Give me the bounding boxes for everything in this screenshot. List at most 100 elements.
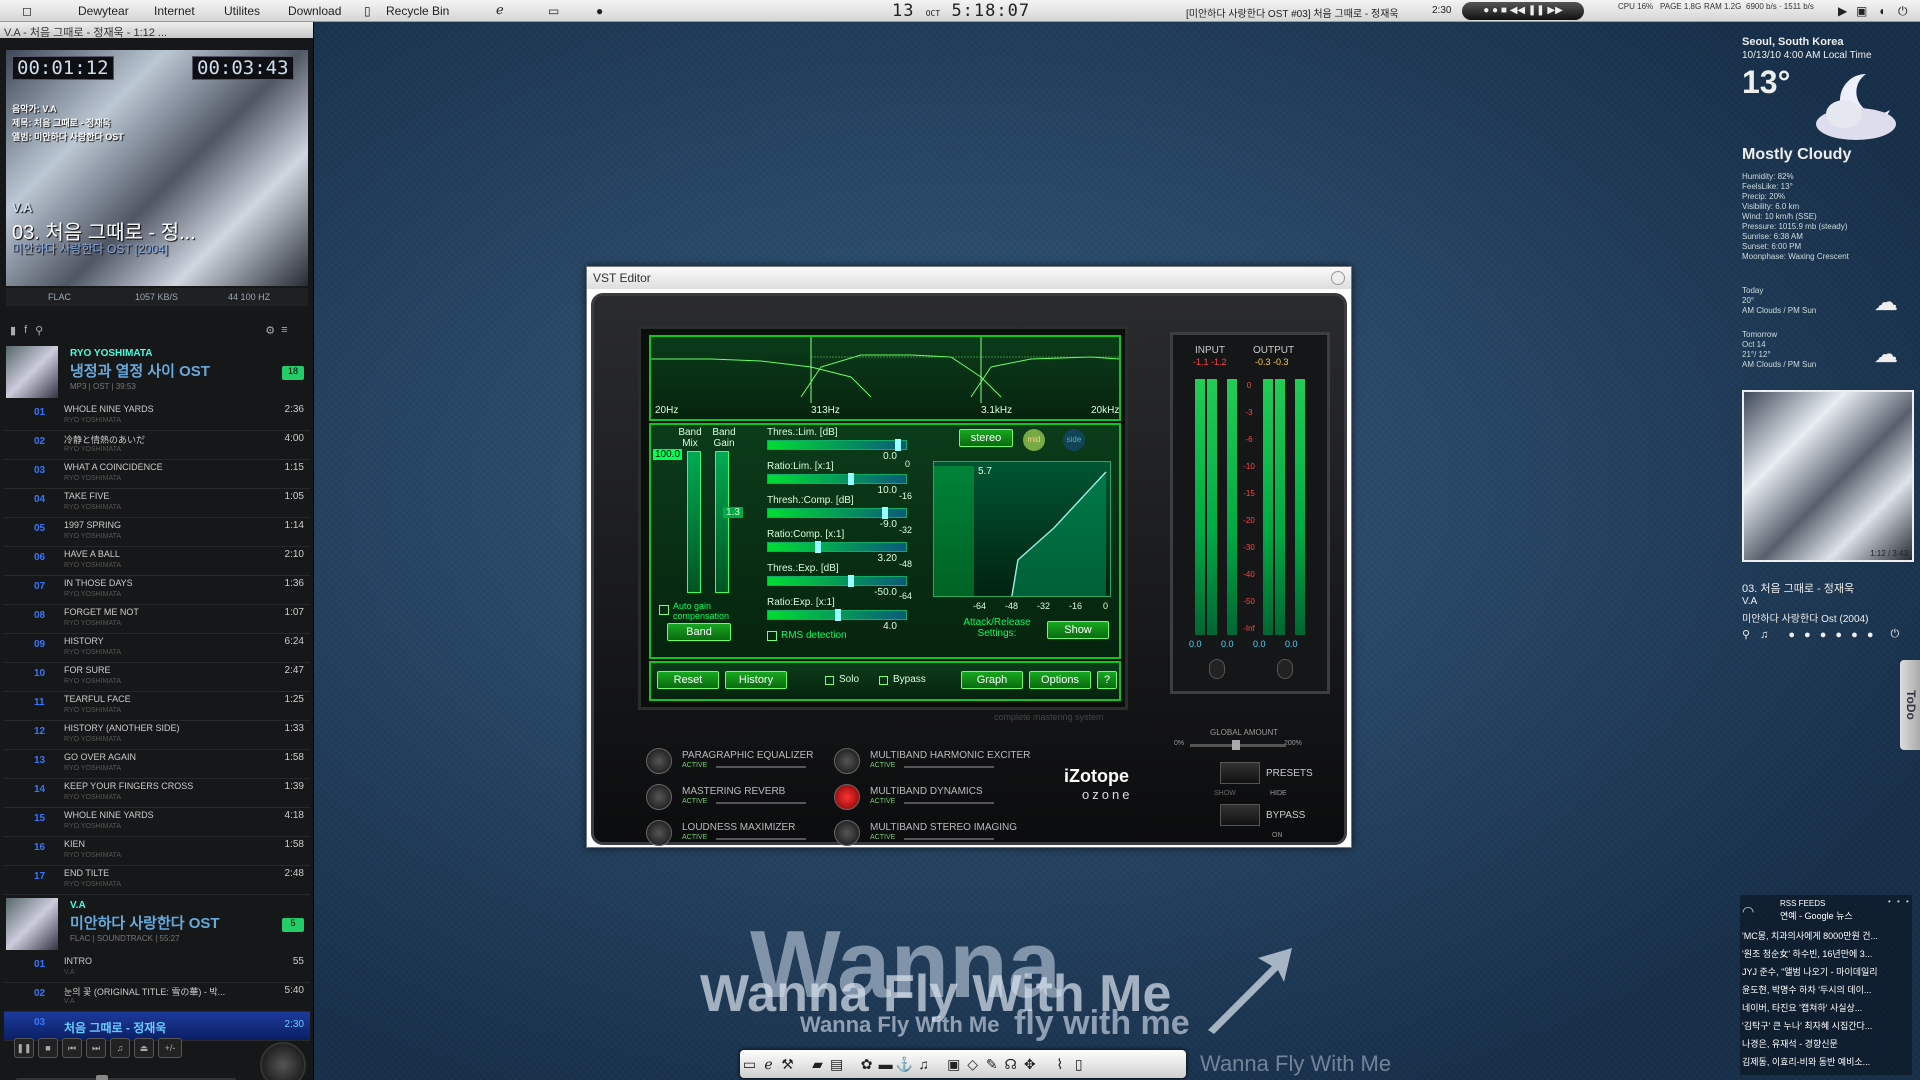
map-icon[interactable]: ◇ [963,1050,982,1078]
param-slider[interactable] [767,507,907,519]
module-toggle-knob[interactable] [834,784,860,810]
folder-icon[interactable]: ▰ [808,1050,827,1078]
search-icon[interactable]: ⚲ [1742,628,1750,641]
dynamics-graph[interactable]: 5.7 [933,461,1111,597]
media-controls[interactable]: ● ● ■ ◀◀ ❚❚ ▶▶ [1462,2,1584,20]
param-value[interactable]: 4.0 [847,621,897,632]
table-row[interactable]: 08 FORGET ME NOT RYO YOSHIMATA 1:07 [4,605,310,634]
table-row[interactable]: 09 HISTORY RYO YOSHIMATA 6:24 [4,634,310,663]
table-row[interactable]: 01 WHOLE NINE YARDS RYO YOSHIMATA 2:36 [4,402,310,431]
param-slider[interactable] [767,541,907,553]
module-toggle-knob[interactable] [834,748,860,774]
module-slider[interactable] [904,838,994,840]
play-icon[interactable]: ▶ [1838,4,1847,18]
module-row[interactable]: LOUDNESS MAXIMIZER ACTIVE [646,820,826,846]
options-button[interactable]: Options [1029,671,1091,689]
band-mix-fader[interactable] [687,451,701,593]
trash-icon[interactable]: ▯ [1069,1050,1088,1078]
band-gain-value[interactable]: 1.3 [723,507,743,518]
band-spectrum[interactable]: 20Hz 313Hz 3.1kHz 20kHz [649,335,1121,421]
table-row[interactable]: 14 KEEP YOUR FINGERS CROSS RYO YOSHIMATA 1:… [4,779,310,808]
history-button[interactable]: History [725,671,787,689]
next-button[interactable]: ⏭ [86,1038,106,1058]
pen-icon[interactable]: ✎ [982,1050,1001,1078]
slider-handle[interactable] [895,439,902,451]
auto-gain-checkbox[interactable] [659,605,669,615]
table-row[interactable]: 02 눈의 꽃 (ORIGINAL TITLE: 雪の華) - 박... V.A 5:… [4,983,310,1012]
game-icon[interactable]: ✥ [1020,1050,1039,1078]
table-row[interactable]: 12 HISTORY (ANOTHER SIDE) RYO YOSHIMATA 1:3… [4,721,310,750]
ie-icon[interactable]: ℯ [496,2,504,18]
param-value[interactable]: 3.20 [847,553,897,564]
monitor-icon[interactable]: ▣ [1856,4,1867,18]
file-icon[interactable]: ▮ [10,324,16,337]
rms-checkbox[interactable] [767,631,777,641]
table-row[interactable]: 01 INTRO V.A 55 [4,954,310,983]
rss-item[interactable]: 나경은, 유재석 - 경향신문 [1742,1037,1910,1055]
param-slider[interactable] [767,609,907,621]
table-row[interactable]: 03 처음 그때로 - 정재욱 2:30 [4,1012,310,1041]
recycle-bin-icon[interactable]: ▯ [364,4,371,18]
rss-item[interactable]: 김제동, 이효리-비와 동반 예비소... [1742,1055,1910,1073]
menu-utilites[interactable]: Utilites [224,4,260,18]
module-row[interactable]: MULTIBAND HARMONIC EXCITER ACTIVE [834,748,1030,774]
rss-item[interactable]: 네이버, 타진요 '캡쳐하' 사실상... [1742,1001,1910,1019]
menu-internet[interactable]: Internet [154,4,195,18]
album-header[interactable]: RYO YOSHIMATA 냉정과 열정 사이 OST MP3 | OST | … [4,344,310,402]
band-button[interactable]: Band [667,623,731,641]
menu-download[interactable]: Download [288,4,341,18]
table-row[interactable]: 06 HAVE A BALL RYO YOSHIMATA 2:10 [4,547,310,576]
solo-checkbox[interactable] [825,676,834,685]
table-row[interactable]: 02 冷静と情熱のあいだ RYO YOSHIMATA 4:00 [4,431,310,460]
rss-item[interactable]: 'MC몽, 치과의사에게 8000만원 건... [1742,929,1910,947]
monitor-icon[interactable]: ⌇ [1050,1050,1069,1078]
rating-dots[interactable]: ● ● ● ● ● ● [1788,629,1876,641]
global-amount-slider[interactable] [1190,740,1286,750]
param-value[interactable]: 10.0 [847,485,897,496]
prev-button[interactable]: ⏮ [62,1038,82,1058]
show-button[interactable]: Show [1047,621,1109,639]
table-row[interactable]: 16 KIEN RYO YOSHIMATA 1:58 [4,837,310,866]
band-gain-fader[interactable] [715,451,729,593]
power-icon[interactable]: ⏻ [1898,4,1908,19]
start-icon[interactable]: ◻ [22,4,32,18]
module-toggle-knob[interactable] [646,784,672,810]
menu-dewytear[interactable]: Dewytear [78,4,129,18]
module-slider[interactable] [904,802,994,804]
table-row[interactable]: 15 WHOLE NINE YARDS RYO YOSHIMATA 4:18 [4,808,310,837]
rss-item[interactable]: 윤도현, 박명수 하차 '두시의 데이... [1742,983,1910,1001]
apple-icon[interactable]: ● [596,4,603,18]
slider-handle[interactable] [814,541,821,553]
link-icon[interactable]: ⚓ [895,1050,914,1078]
close-button[interactable] [1331,271,1345,285]
music-icon[interactable]: ♫ [1760,629,1768,641]
param-value[interactable]: 0.0 [847,451,897,462]
side-button[interactable]: side [1063,429,1085,451]
output-link-knob[interactable] [1277,659,1293,679]
gear-icon[interactable]: ⚙ [265,324,275,337]
seek-handle[interactable] [96,1075,108,1080]
slider-handle[interactable] [848,575,855,587]
param-slider[interactable] [767,575,907,587]
table-row[interactable]: 13 GO OVER AGAIN RYO YOSHIMATA 1:58 [4,750,310,779]
graph-button[interactable]: Graph [961,671,1023,689]
param-slider[interactable] [767,473,907,485]
eject-button[interactable]: ⏏ [134,1038,154,1058]
headphones-icon[interactable]: ☊ [1001,1050,1020,1078]
table-row[interactable]: 11 TEARFUL FACE RYO YOSHIMATA 1:25 [4,692,310,721]
reset-button[interactable]: Reset [657,671,719,689]
table-row[interactable]: 10 FOR SURE RYO YOSHIMATA 2:47 [4,663,310,692]
module-toggle-knob[interactable] [646,820,672,846]
module-row[interactable]: MULTIBAND DYNAMICS ACTIVE [834,784,1014,810]
param-value[interactable]: -9.0 [847,519,897,530]
paint-icon[interactable]: ✿ [857,1050,876,1078]
help-button[interactable]: ? [1097,671,1117,689]
table-row[interactable]: 04 TAKE FIVE RYO YOSHIMATA 1:05 [4,489,310,518]
slider-handle[interactable] [835,609,841,621]
computer-icon[interactable]: ▭ [740,1050,759,1078]
table-row[interactable]: 03 WHAT A COINCIDENCE RYO YOSHIMATA 1:15 [4,460,310,489]
module-row[interactable]: PARAGRAPHIC EQUALIZER ACTIVE [646,748,826,774]
volume-icon[interactable]: ◖ [1878,4,1885,18]
power-icon[interactable]: ⏻ [1890,628,1899,641]
folder-icon[interactable]: ▭ [548,4,559,18]
